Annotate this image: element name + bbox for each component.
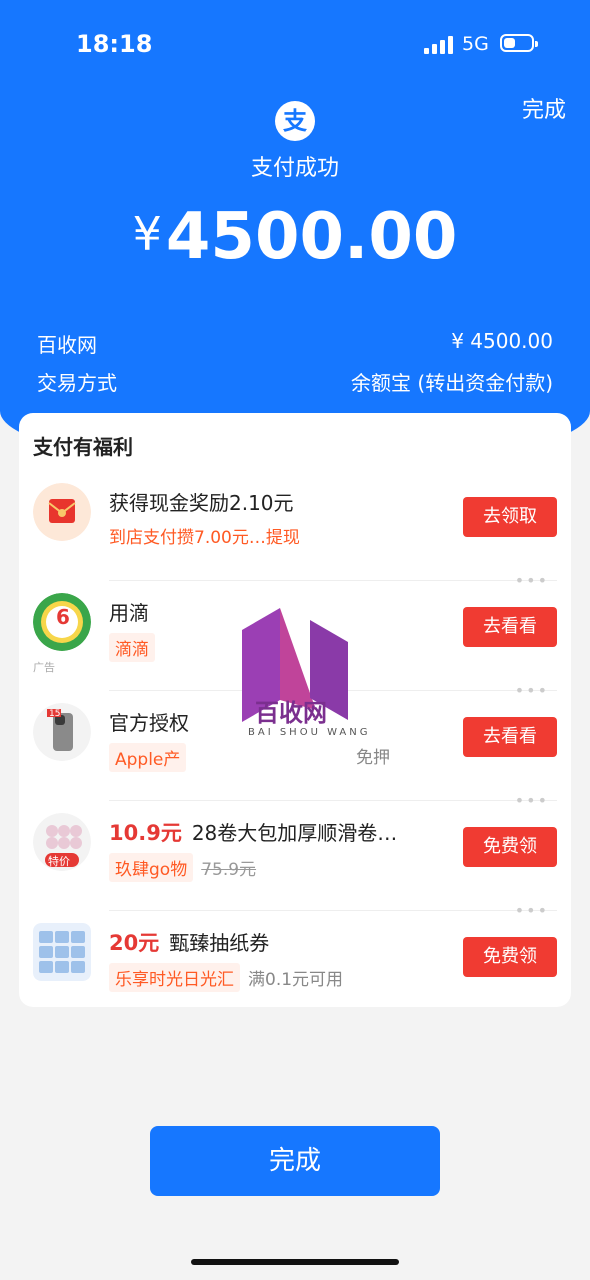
tissue-coupon-subtitle: 乐享时光日光汇 满0.1元可用 — [109, 963, 343, 992]
merchant-amount: ¥ 4500.00 — [451, 329, 553, 353]
phone-badge: 15 — [49, 709, 61, 719]
view-didi-button[interactable]: 去看看 — [463, 607, 557, 647]
apple-tag: Apple产 — [109, 743, 187, 772]
tissue-coupon-tag: 乐享时光日光汇 — [109, 963, 240, 992]
more-options-icon[interactable]: ••• — [515, 791, 549, 810]
tissue-coupon-condition: 满0.1元可用 — [248, 970, 344, 990]
benefit-item-tissue-coupon[interactable]: ••• 20元 甄臻抽纸券 乐享时光日光汇 满0.1元可用 免费领 — [19, 901, 571, 1021]
benefit-item-tissue-rolls[interactable]: ••• 特价 10.9元 28卷大包加厚顺滑卷… 玖肆go物 75.9元 免费领 — [19, 791, 571, 911]
cash-reward-title: 获得现金奖励2.10元 — [109, 491, 294, 515]
tissue-box-icon — [33, 923, 91, 981]
battery-icon — [500, 34, 538, 52]
header-done-button[interactable]: 完成 — [522, 92, 566, 124]
payment-amount: ¥4500.00 — [0, 200, 590, 274]
apple-subtitle: Apple产 免押 — [109, 743, 390, 772]
coupon-badge-value: 6 — [56, 605, 70, 629]
tissue-coupon-name: 甄臻抽纸券 — [169, 931, 270, 955]
more-options-icon[interactable]: ••• — [515, 571, 549, 590]
apple-title: 官方授权 — [109, 711, 189, 735]
didi-subtitle: 滴滴 — [109, 633, 155, 662]
status-time: 18:18 — [76, 30, 153, 58]
merchant-name: 百收网 — [37, 333, 97, 357]
tissue-roll-tag: 玖肆go物 — [109, 853, 194, 882]
cash-reward-subtitle: 到店支付攒7.00元…提现 — [109, 528, 300, 548]
currency-symbol: ¥ — [132, 207, 162, 261]
tissue-coupon-price: 20元 — [109, 931, 160, 955]
claim-cash-button[interactable]: 去领取 — [463, 497, 557, 537]
done-button[interactable]: 完成 — [150, 1126, 440, 1196]
payment-method-label: 交易方式 — [37, 371, 117, 395]
view-apple-button[interactable]: 去看看 — [463, 717, 557, 757]
tissue-roll-original-price: 75.9元 — [201, 860, 257, 880]
red-envelope-icon — [33, 483, 91, 541]
status-bar: 18:18 5G — [0, 0, 590, 88]
claim-tissue-coupon-button[interactable]: 免费领 — [463, 937, 557, 977]
watermark-text: 百收网 — [255, 699, 327, 727]
claim-tissue-roll-button[interactable]: 免费领 — [463, 827, 557, 867]
more-options-icon[interactable]: ••• — [515, 901, 549, 920]
tissue-roll-title: 10.9元 28卷大包加厚顺滑卷… — [109, 817, 397, 847]
merchant-row: 百收网 ¥ 4500.00 — [37, 329, 553, 358]
iphone-icon — [33, 703, 91, 761]
signal-icon — [424, 36, 454, 54]
payment-method-value: 余额宝 (转出资金付款) — [351, 371, 553, 395]
tissue-roll-price: 10.9元 — [109, 821, 182, 845]
amount-value: 4500.00 — [165, 200, 458, 274]
benefit-item-cash-reward[interactable]: 获得现金奖励2.10元 到店支付攒7.00元…提现 去领取 — [19, 471, 571, 581]
home-indicator — [191, 1259, 399, 1265]
alipay-logo-icon: 支 — [275, 101, 315, 141]
tissue-roll-subtitle: 玖肆go物 75.9元 — [109, 853, 256, 882]
payment-success-text: 支付成功 — [250, 156, 339, 181]
watermark-subtext: BAI SHOU WANG — [248, 727, 371, 738]
didi-tag: 滴滴 — [109, 633, 155, 662]
didi-title: 用滴 — [109, 601, 149, 625]
payment-method-row: 交易方式 余额宝 (转出资金付款) — [37, 367, 553, 396]
network-type: 5G — [462, 33, 489, 55]
special-price-badge: 特价 — [48, 855, 70, 868]
more-options-icon[interactable]: ••• — [515, 681, 549, 700]
benefits-title: 支付有福利 — [33, 435, 133, 459]
tissue-coupon-title: 20元 甄臻抽纸券 — [109, 927, 269, 957]
ad-label: 广告 — [33, 661, 55, 674]
tissue-roll-name: 28卷大包加厚顺滑卷… — [191, 821, 398, 845]
